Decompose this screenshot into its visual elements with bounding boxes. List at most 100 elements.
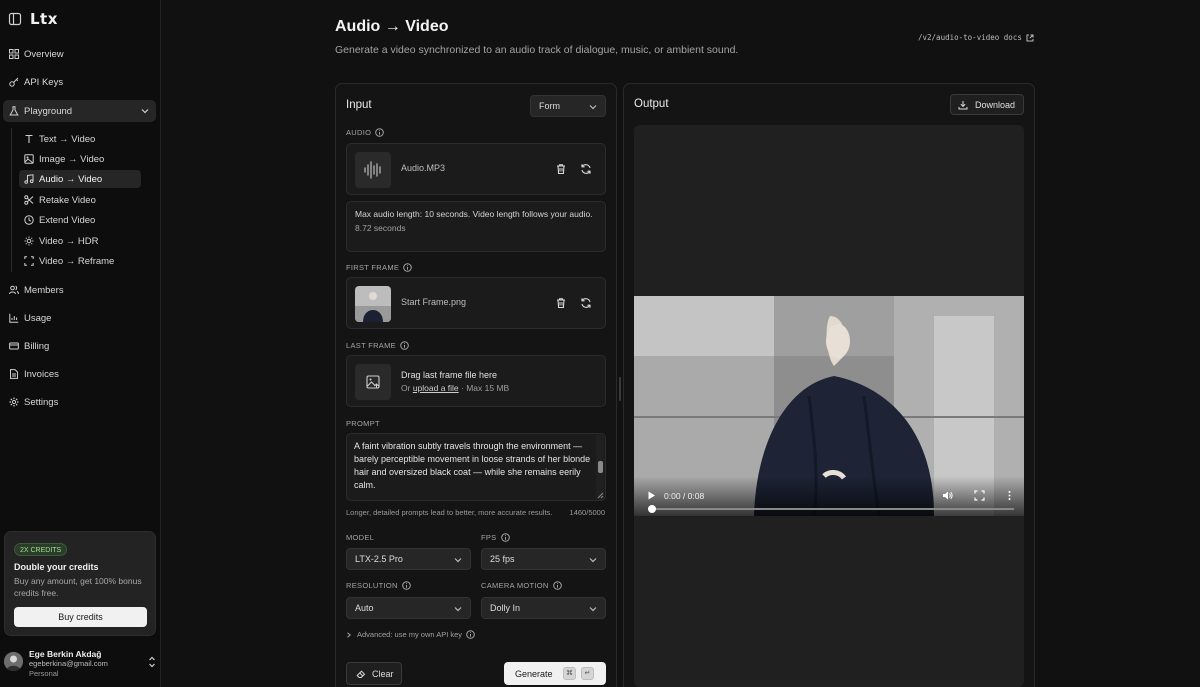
play-icon[interactable] <box>646 490 657 501</box>
nav-item-api-keys[interactable]: API Keys <box>3 71 156 93</box>
nav-item-members[interactable]: Members <box>3 279 156 301</box>
volume-icon[interactable] <box>942 490 953 501</box>
user-name: Ege Berkin Akdağ <box>29 649 102 659</box>
download-label: Download <box>975 99 1016 110</box>
fps-label-text: FPS <box>481 533 497 542</box>
prompt-textarea[interactable]: A faint vibration subtly travels through… <box>346 433 606 501</box>
camera-motion-label: CAMERA MOTION <box>481 581 562 590</box>
sub-item-retake-video[interactable]: Retake Video <box>19 191 141 209</box>
sub-item-image-video[interactable]: Image → Video <box>19 150 141 168</box>
sidebar-toggle-icon[interactable] <box>8 12 22 26</box>
nav-item-billing[interactable]: Billing <box>3 335 156 357</box>
users-icon <box>9 285 19 295</box>
sidebar-header: Ltx <box>8 10 158 28</box>
camera-motion-value: Dolly In <box>490 603 521 613</box>
video-controls: 0:00 / 0:08 <box>634 476 1024 516</box>
replace-icon[interactable] <box>579 162 593 176</box>
camera-motion-label-text: CAMERA MOTION <box>481 581 549 590</box>
fullscreen-icon[interactable] <box>974 490 985 501</box>
info-icon[interactable] <box>400 341 409 350</box>
nav-label: Usage <box>24 312 52 324</box>
info-icon[interactable] <box>403 263 412 272</box>
model-select[interactable]: LTX-2.5 Pro <box>346 548 471 570</box>
sub-item-text-video[interactable]: Text → Video <box>19 130 141 148</box>
clear-button[interactable]: Clear <box>346 662 402 685</box>
audio-label: AUDIO <box>346 128 385 137</box>
sub-item-audio-video[interactable]: Audio → Video <box>19 170 141 188</box>
info-icon[interactable] <box>552 581 562 590</box>
last-frame-label: LAST FRAME <box>346 341 409 350</box>
credits-promo-card: 2X CREDITS Double your credits Buy any a… <box>4 531 156 636</box>
video-progress-knob[interactable] <box>648 505 656 513</box>
model-value: LTX-2.5 Pro <box>355 554 403 564</box>
reframe-icon <box>24 256 34 266</box>
upload-file-link[interactable]: upload a file <box>413 383 459 393</box>
nav-item-settings[interactable]: Settings <box>3 391 156 413</box>
dropzone-title: Drag last frame file here <box>401 370 498 380</box>
download-button[interactable]: Download <box>950 94 1024 115</box>
download-icon <box>958 100 968 109</box>
audio-info-text: Max audio length: 10 seconds. Video leng… <box>355 209 593 219</box>
prompt-hint: Longer, detailed prompts lead to better,… <box>346 508 553 517</box>
info-icon[interactable] <box>401 581 411 590</box>
nav-item-invoices[interactable]: Invoices <box>3 363 156 385</box>
eraser-icon <box>356 669 366 678</box>
chevron-right-icon <box>347 631 351 638</box>
grid-icon <box>9 49 19 59</box>
resolution-label-text: RESOLUTION <box>346 581 398 590</box>
camera-motion-select[interactable]: Dolly In <box>481 597 606 619</box>
buy-credits-button[interactable]: Buy credits <box>14 607 147 627</box>
input-mode-select[interactable]: Form <box>530 95 606 117</box>
first-frame-card: Start Frame.png <box>346 277 606 329</box>
music-icon <box>24 174 34 184</box>
chevron-down-icon <box>589 558 597 563</box>
sub-item-video-hdr[interactable]: Video → HDR <box>19 232 141 250</box>
nav-item-playground[interactable]: Playground <box>3 100 156 122</box>
trash-icon[interactable] <box>554 162 568 176</box>
page-title: Audio → Video <box>335 18 449 35</box>
scroll-thumb[interactable] <box>598 461 603 473</box>
nav-item-usage[interactable]: Usage <box>3 307 156 329</box>
trash-icon[interactable] <box>554 296 568 310</box>
user-account-switcher[interactable]: Ege Berkin Akdağ egeberkina@gmail.com Pe… <box>4 648 156 680</box>
video-progress-track[interactable] <box>648 508 1014 510</box>
model-label: MODEL <box>346 533 374 542</box>
prompt-char-counter: 1460/5000 <box>569 508 605 517</box>
chevron-down-icon <box>589 105 597 110</box>
dropzone-subtitle: Or upload a file · Max 15 MB <box>401 383 509 393</box>
resize-grip-icon[interactable] <box>596 491 604 499</box>
kbd-cmd: ⌘ <box>563 667 576 680</box>
info-icon[interactable] <box>466 630 475 639</box>
replace-icon[interactable] <box>579 296 593 310</box>
submenu-divider <box>11 128 12 272</box>
user-email: egeberkina@gmail.com <box>29 659 108 668</box>
last-frame-label-text: LAST FRAME <box>346 341 396 350</box>
sub-item-extend-video[interactable]: Extend Video <box>19 211 141 229</box>
advanced-api-key-toggle[interactable]: Advanced: use my own API key <box>346 630 480 639</box>
ltx-logo[interactable]: Ltx <box>30 10 58 28</box>
credit-card-icon <box>9 342 19 350</box>
docs-link[interactable]: /v2/audio-to-video docs <box>918 33 1034 42</box>
video-player[interactable]: 0:00 / 0:08 <box>634 296 1024 516</box>
generate-button[interactable]: Generate ⌘ ↵ <box>504 662 606 685</box>
nav-label: Settings <box>24 396 59 408</box>
more-options-icon[interactable] <box>1004 490 1015 501</box>
text-icon <box>25 134 33 143</box>
nav-label: API Keys <box>24 76 64 88</box>
sun-icon <box>24 236 34 246</box>
sub-item-label: Extend Video <box>39 214 96 226</box>
info-icon[interactable] <box>500 533 510 542</box>
last-frame-dropzone[interactable]: Drag last frame file here Or upload a fi… <box>346 355 606 407</box>
video-time: 0:00 / 0:08 <box>664 491 705 501</box>
chart-icon <box>9 313 19 323</box>
fps-select[interactable]: 25 fps <box>481 548 606 570</box>
chevron-updown-icon <box>149 656 155 668</box>
chevron-down-icon <box>141 109 149 114</box>
panel-resize-handle[interactable] <box>619 377 621 401</box>
audio-duration: 8.72 seconds <box>355 223 406 233</box>
info-icon[interactable] <box>375 128 385 137</box>
nav-item-overview[interactable]: Overview <box>3 43 156 65</box>
resolution-value: Auto <box>355 603 374 613</box>
sub-item-video-reframe[interactable]: Video → Reframe <box>19 252 141 270</box>
resolution-select[interactable]: Auto <box>346 597 471 619</box>
